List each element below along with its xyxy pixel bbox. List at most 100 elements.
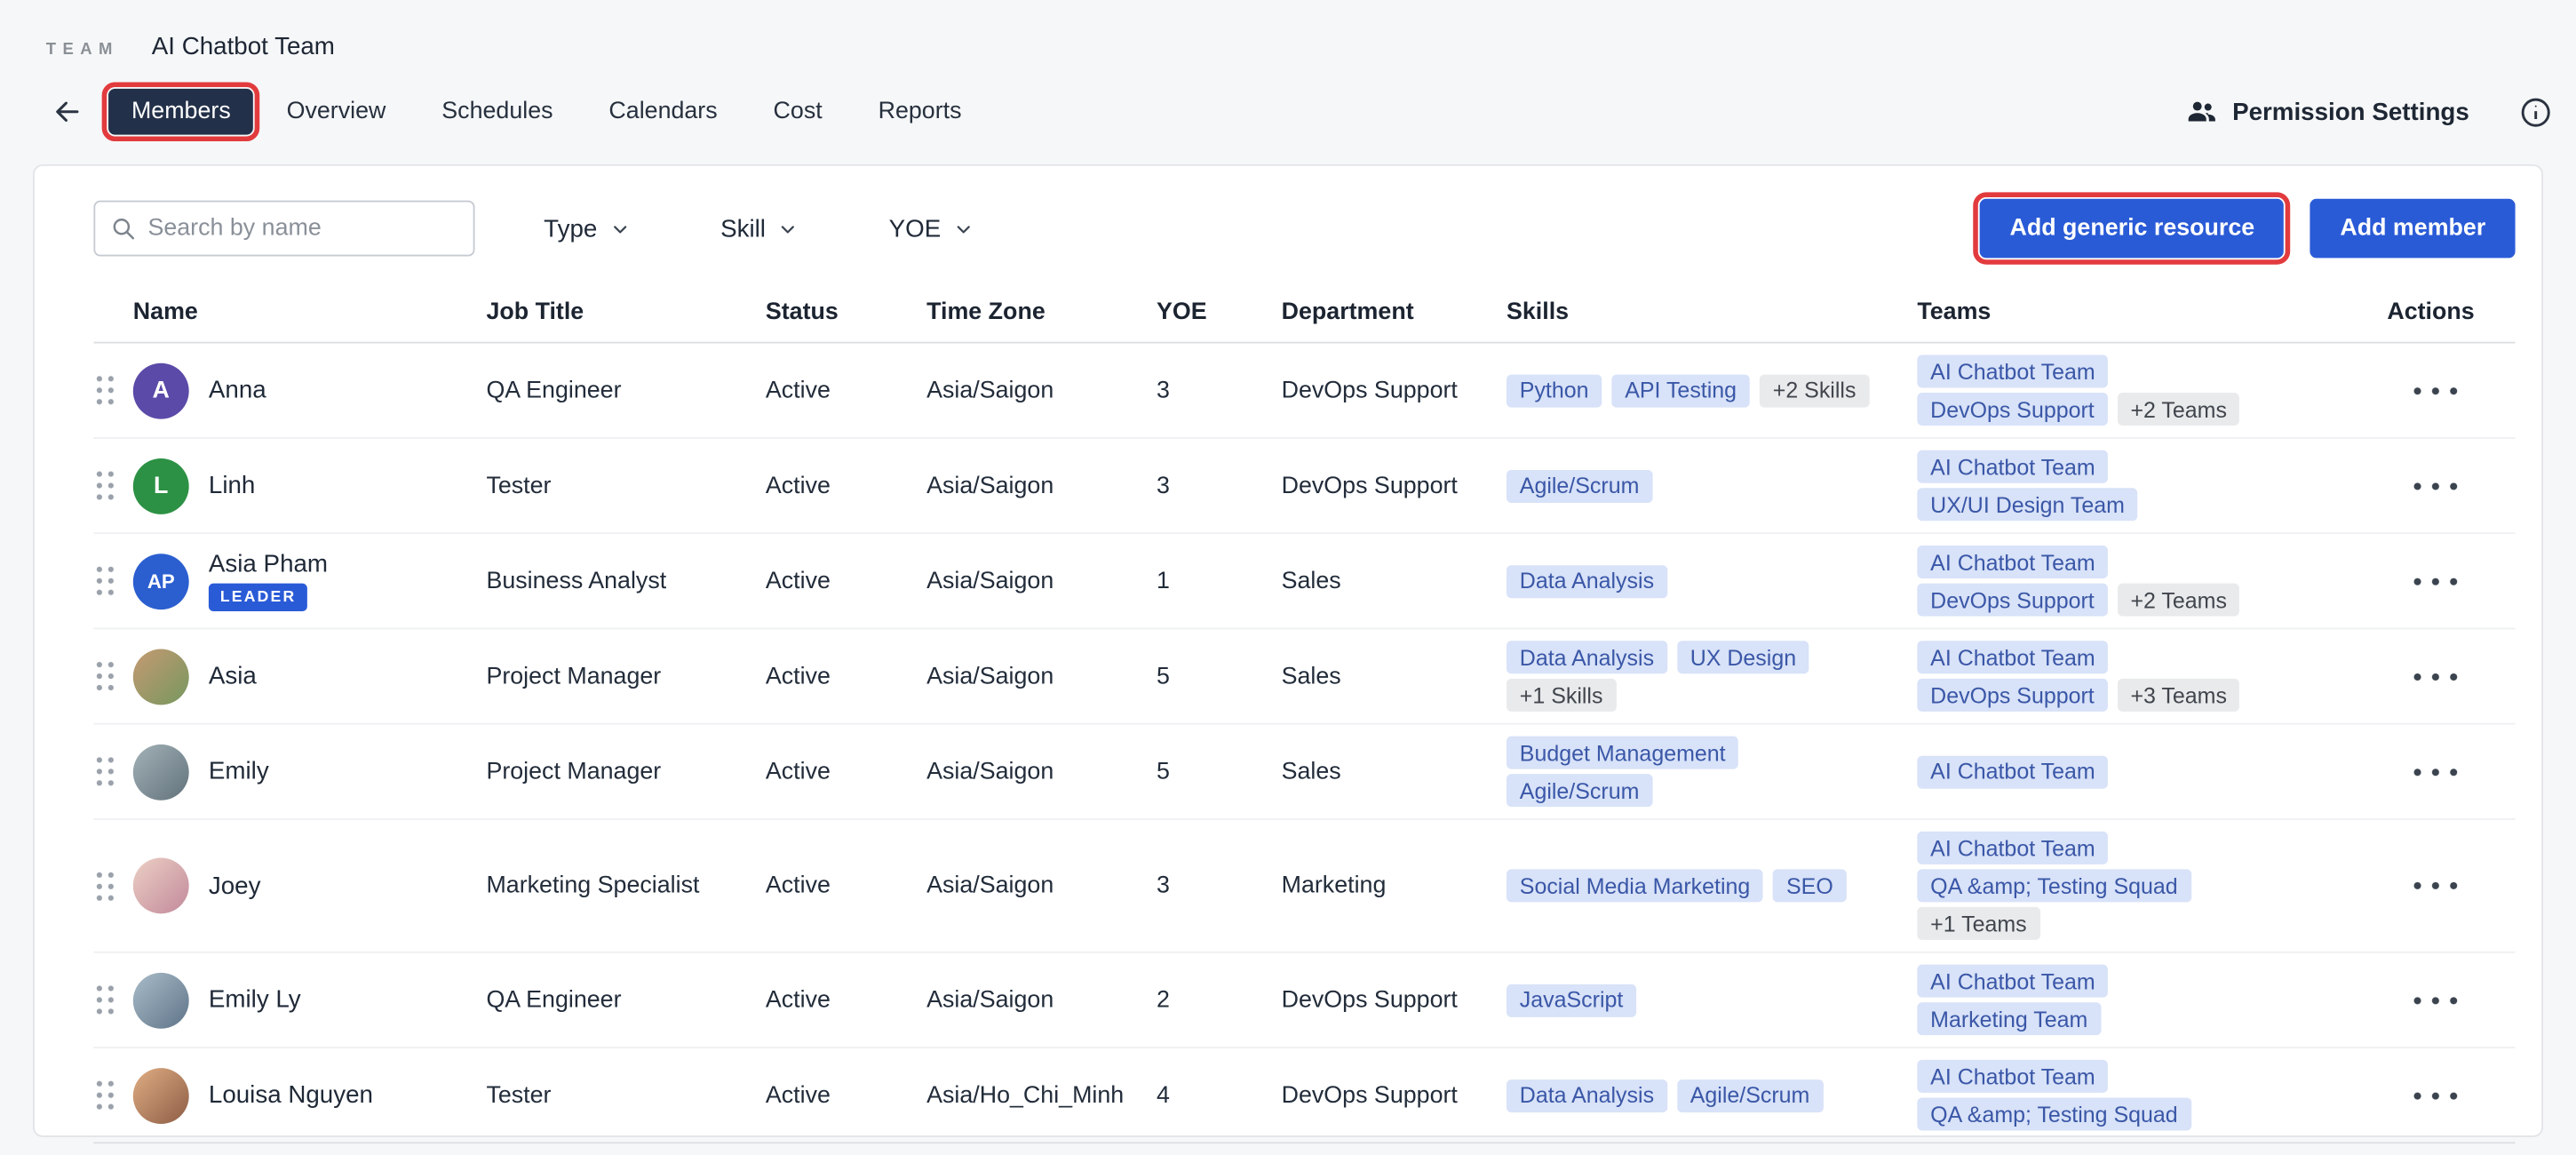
skill-chip: +1 Skills [1507, 679, 1616, 712]
drag-handle-icon[interactable] [93, 659, 116, 694]
avatar [133, 1067, 189, 1123]
drag-handle-icon[interactable] [93, 1078, 116, 1112]
job-title-cell: Tester [486, 1082, 765, 1109]
drag-handle-icon[interactable] [93, 983, 116, 1017]
yoe-filter[interactable]: YOE [879, 213, 982, 244]
avatar [133, 649, 189, 705]
job-title-cell: Project Manager [486, 759, 765, 785]
type-filter[interactable]: Type [534, 213, 639, 244]
row-actions-button[interactable] [2407, 753, 2463, 790]
row-actions-button[interactable] [2407, 868, 2463, 904]
teams-cell: AI Chatbot TeamDevOps Support+2 Teams [1917, 546, 2387, 617]
chevron-down-icon [610, 219, 628, 237]
timezone-cell: Asia/Saigon [926, 377, 1157, 403]
actions-cell [2387, 868, 2515, 904]
team-chip: +2 Teams [2118, 584, 2240, 617]
table-row: A Anna QA Engineer Active Asia/Saigon 3 … [93, 344, 2515, 439]
search-icon [110, 215, 137, 242]
leader-badge: LEADER [209, 584, 307, 611]
drag-handle-icon[interactable] [93, 468, 116, 503]
drag-handle-icon[interactable] [93, 868, 116, 903]
skills-cell: Budget ManagementAgile/Scrum [1507, 737, 1917, 808]
skill-chip: +2 Skills [1760, 374, 1869, 407]
department-cell: Marketing [1282, 872, 1507, 899]
team-chip: +2 Teams [2118, 393, 2240, 426]
member-name: Louisa Nguyen [209, 1081, 373, 1109]
table-row: AP Asia Pham LEADER Business Analyst Act… [93, 534, 2515, 629]
search-input[interactable] [93, 201, 474, 257]
teams-cell: AI Chatbot TeamDevOps Support+3 Teams [1917, 641, 2387, 712]
skill-filter[interactable]: Skill [711, 213, 807, 244]
members-table: Name Job Title Status Time Zone YOE Depa… [35, 271, 2541, 1143]
skills-cell: Agile/Scrum [1507, 469, 1917, 502]
team-chip: AI Chatbot Team [1917, 832, 2108, 864]
drag-handle-icon[interactable] [93, 754, 116, 789]
permission-settings-button[interactable]: Permission Settings [2174, 93, 2479, 130]
drag-handle-icon[interactable] [93, 373, 116, 408]
chevron-down-icon [779, 219, 797, 237]
tab-cost[interactable]: Cost [751, 89, 846, 135]
team-chip: AI Chatbot Team [1917, 1060, 2108, 1093]
status-cell: Active [766, 1082, 926, 1109]
row-actions-button[interactable] [2407, 562, 2463, 599]
page: TEAM AI Chatbot Team Members Overview Sc… [0, 0, 2576, 1155]
tab-calendars[interactable]: Calendars [586, 89, 741, 135]
table-body: A Anna QA Engineer Active Asia/Saigon 3 … [93, 344, 2515, 1144]
drag-handle-icon[interactable] [93, 563, 116, 598]
avatar [133, 857, 189, 913]
skills-cell: Data AnalysisUX Design+1 Skills [1507, 641, 1917, 712]
department-cell: DevOps Support [1282, 377, 1507, 403]
team-chip: AI Chatbot Team [1917, 641, 2108, 673]
yoe-cell: 3 [1157, 872, 1282, 899]
department-cell: Sales [1282, 568, 1507, 594]
col-status: Status [766, 299, 926, 325]
member-name: Emily Ly [209, 986, 301, 1014]
col-yoe: YOE [1157, 299, 1282, 325]
team-header: TEAM AI Chatbot Team [46, 33, 335, 60]
department-cell: DevOps Support [1282, 987, 1507, 1014]
search-box [93, 201, 474, 257]
table-row: Asia Project Manager Active Asia/Saigon … [93, 629, 2515, 724]
row-actions-button[interactable] [2407, 658, 2463, 695]
member-name: Asia [209, 662, 257, 689]
name-cell: A Anna [133, 362, 487, 418]
row-actions-button[interactable] [2407, 982, 2463, 1018]
tab-bar: Members Overview Schedules Calendars Cos… [108, 89, 984, 135]
permission-settings-label: Permission Settings [2232, 98, 2469, 125]
actions-cell [2387, 1077, 2515, 1113]
team-chip: AI Chatbot Team [1917, 354, 2108, 387]
add-member-button[interactable]: Add member [2310, 199, 2516, 259]
team-chip: AI Chatbot Team [1917, 450, 2108, 483]
col-job-title: Job Title [486, 299, 765, 325]
table-header: Name Job Title Status Time Zone YOE Depa… [93, 281, 2515, 343]
team-chip: UX/UI Design Team [1917, 488, 2137, 521]
avatar: A [133, 362, 189, 418]
col-actions: Actions [2387, 299, 2515, 325]
row-actions-button[interactable] [2407, 467, 2463, 504]
tab-reports[interactable]: Reports [855, 89, 985, 135]
team-chip: AI Chatbot Team [1917, 965, 2108, 998]
add-generic-resource-button[interactable]: Add generic resource [1980, 199, 2284, 259]
team-chip: +3 Teams [2118, 679, 2240, 712]
timezone-cell: Asia/Saigon [926, 759, 1157, 785]
info-icon[interactable] [2518, 94, 2553, 129]
skills-cell: Social Media MarketingSEO [1507, 869, 1917, 902]
skills-cell: PythonAPI Testing+2 Skills [1507, 374, 1917, 407]
row-actions-button[interactable] [2407, 372, 2463, 409]
timezone-cell: Asia/Saigon [926, 987, 1157, 1014]
team-name: AI Chatbot Team [152, 33, 335, 60]
actions-cell [2387, 753, 2515, 790]
nav-right: Permission Settings [2174, 93, 2553, 130]
avatar [133, 972, 189, 1028]
teams-cell: AI Chatbot TeamDevOps Support+2 Teams [1917, 354, 2387, 426]
tab-overview[interactable]: Overview [264, 89, 409, 135]
skill-chip: Data Analysis [1507, 641, 1667, 673]
timezone-cell: Asia/Saigon [926, 663, 1157, 689]
tab-schedules[interactable]: Schedules [418, 89, 576, 135]
skill-chip: SEO [1773, 869, 1846, 902]
status-cell: Active [766, 872, 926, 899]
back-button[interactable] [43, 87, 91, 136]
row-actions-button[interactable] [2407, 1077, 2463, 1113]
tab-members[interactable]: Members [108, 89, 254, 135]
col-skills: Skills [1507, 299, 1917, 325]
